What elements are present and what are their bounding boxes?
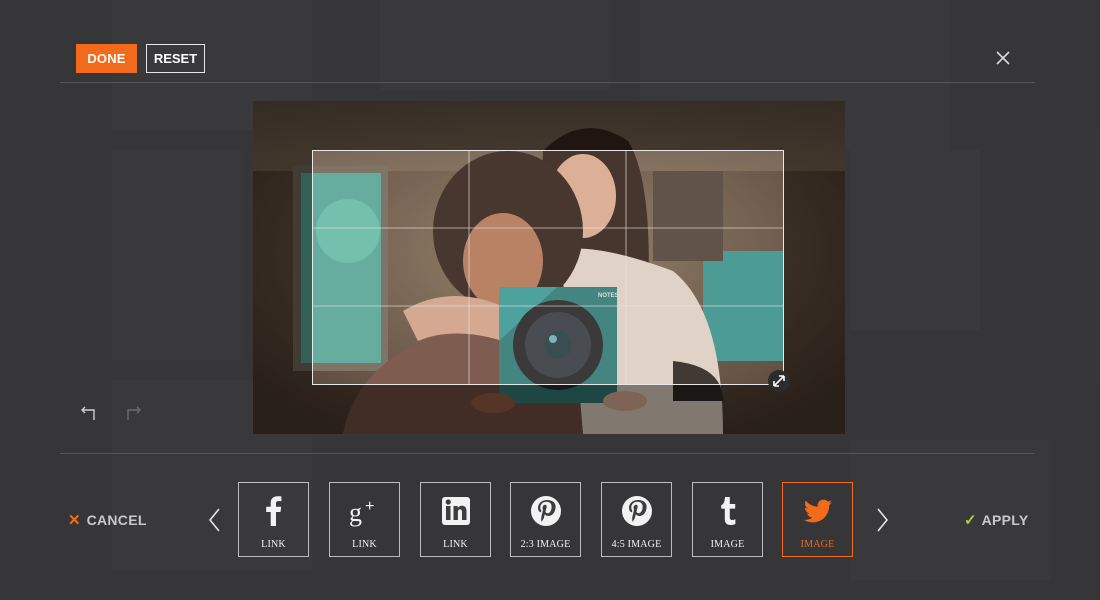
cancel-label: CANCEL bbox=[86, 512, 147, 528]
share-tile-tumblr[interactable]: IMAGE bbox=[692, 482, 763, 557]
twitter-icon bbox=[798, 491, 838, 531]
share-tile-label: IMAGE bbox=[800, 539, 835, 550]
bottom-divider bbox=[60, 453, 1035, 454]
checkmark-icon: ✓ bbox=[964, 512, 977, 529]
top-divider bbox=[60, 82, 1035, 83]
linkedin-icon bbox=[436, 491, 476, 531]
apply-button[interactable]: ✓ APPLY bbox=[964, 511, 1028, 529]
undo-icon[interactable] bbox=[78, 404, 100, 424]
share-tile-pinterest-2-3[interactable]: 2:3 IMAGE bbox=[510, 482, 581, 557]
close-icon[interactable] bbox=[993, 48, 1013, 68]
share-tile-label: 2:3 IMAGE bbox=[520, 539, 571, 550]
share-tile-label: LINK bbox=[352, 539, 377, 550]
svg-text:+: + bbox=[365, 498, 374, 515]
google-plus-icon: g + bbox=[345, 491, 385, 531]
share-tile-label: 4:5 IMAGE bbox=[611, 539, 662, 550]
share-tile-pinterest-4-5[interactable]: 4:5 IMAGE bbox=[601, 482, 672, 557]
pinterest-icon bbox=[526, 491, 566, 531]
apply-label: APPLY bbox=[981, 512, 1029, 528]
photo-editor[interactable]: NOTES bbox=[253, 101, 845, 434]
resize-handle-icon[interactable] bbox=[768, 370, 790, 392]
crop-frame[interactable] bbox=[312, 150, 784, 385]
cancel-button[interactable]: ✕ CANCEL bbox=[68, 511, 147, 529]
chevron-right-icon[interactable] bbox=[874, 506, 890, 534]
facebook-icon bbox=[254, 491, 294, 531]
redo-icon[interactable] bbox=[122, 404, 144, 424]
pinterest-icon bbox=[617, 491, 657, 531]
reset-button[interactable]: RESET bbox=[146, 44, 205, 73]
share-tile-google-plus[interactable]: g + LINK bbox=[329, 482, 400, 557]
top-toolbar: DONE RESET bbox=[76, 44, 205, 73]
chevron-left-icon[interactable] bbox=[207, 506, 223, 534]
share-tile-label: LINK bbox=[261, 539, 286, 550]
share-tile-label: IMAGE bbox=[710, 539, 745, 550]
share-tile-twitter[interactable]: IMAGE bbox=[782, 482, 853, 557]
share-tile-facebook[interactable]: LINK bbox=[238, 482, 309, 557]
cancel-x-icon: ✕ bbox=[68, 512, 81, 529]
share-tile-linkedin[interactable]: LINK bbox=[420, 482, 491, 557]
done-button[interactable]: DONE bbox=[76, 44, 137, 73]
tumblr-icon bbox=[708, 491, 748, 531]
svg-text:g: g bbox=[349, 498, 362, 527]
share-tile-label: LINK bbox=[443, 539, 468, 550]
